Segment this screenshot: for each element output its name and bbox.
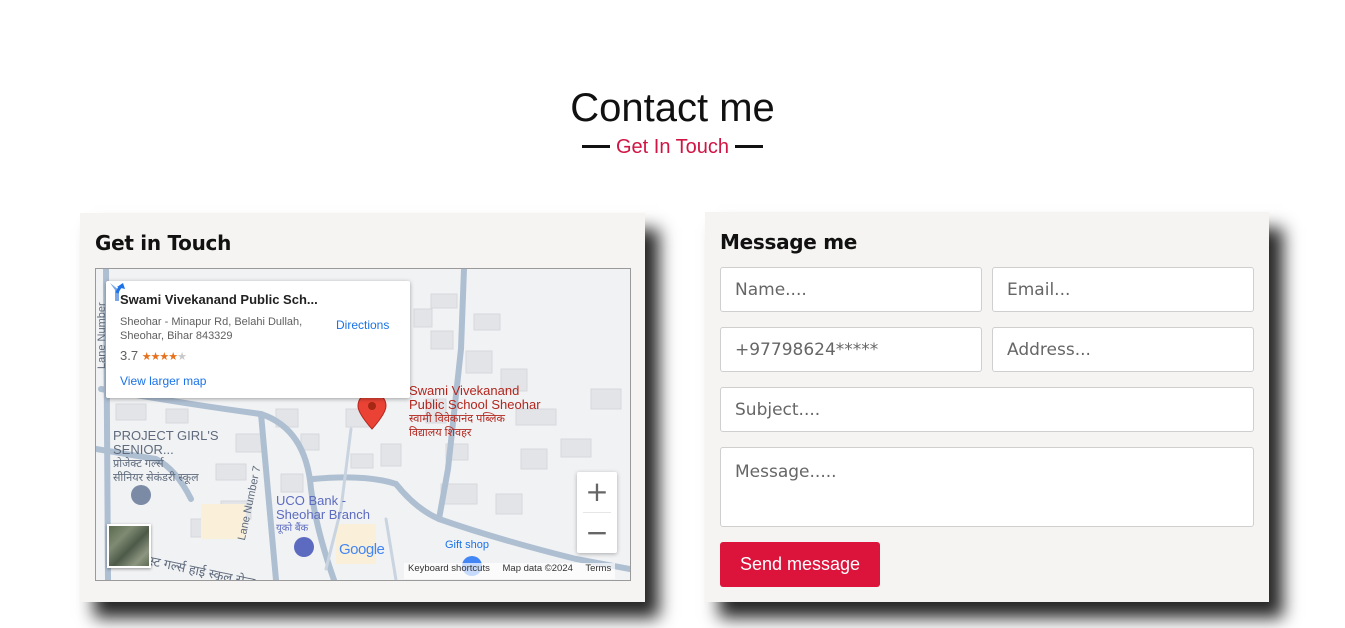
- satellite-toggle[interactable]: [107, 524, 151, 568]
- place-name: Swami Vivekanand Public Sch...: [120, 292, 318, 307]
- message-placeholder: Message.....: [735, 462, 837, 482]
- view-larger-map-link[interactable]: View larger map: [120, 374, 206, 388]
- left-dash: [581, 145, 610, 149]
- place-address: Sheohar - Minapur Rd, Belahi Dullah, She…: [120, 316, 303, 342]
- name-input[interactable]: Name....: [720, 267, 982, 312]
- directions-link[interactable]: Directions: [336, 318, 389, 332]
- address-input[interactable]: Address...: [992, 327, 1254, 372]
- card-heading: Get in Touch: [95, 231, 232, 255]
- page-title: Contact me: [570, 86, 775, 130]
- keyboard-shortcuts-link[interactable]: Keyboard shortcuts: [408, 563, 490, 574]
- map-label-project: PROJECT GIRL'S SENIOR... प्रोजेक्ट गर्ल्…: [113, 428, 219, 485]
- right-dash: [735, 145, 764, 149]
- place-info-card: Swami Vivekanand Public Sch... Sheohar -…: [106, 281, 410, 398]
- directions-icon[interactable]: [106, 281, 128, 303]
- map-label-school: Swami Vivekanand Public School Sheohar स…: [409, 383, 541, 440]
- subtitle-text: Get In Touch: [615, 136, 730, 158]
- map-data-text: Map data ©2024: [502, 563, 573, 574]
- map-label-bank: UCO Bank - Sheohar Branch यूको बैंक: [276, 493, 370, 535]
- star-rating-icon: ★★★★★: [141, 351, 187, 363]
- map-label-gift-shop: Gift shop: [445, 539, 490, 551]
- page-subtitle: Get In Touch: [0, 136, 1345, 159]
- google-logo: Google: [339, 541, 385, 558]
- name-placeholder: Name....: [735, 279, 807, 300]
- zoom-control: + −: [577, 472, 617, 553]
- email-placeholder: Email...: [1007, 279, 1071, 300]
- message-textarea[interactable]: Message.....: [720, 447, 1254, 527]
- zoom-out-button[interactable]: −: [577, 513, 617, 553]
- place-rating: 3.7 ★★★★★: [120, 348, 187, 363]
- address-placeholder: Address...: [1007, 339, 1091, 360]
- send-message-button[interactable]: Send message: [720, 542, 880, 587]
- google-logo-text: Google: [339, 541, 385, 558]
- google-map[interactable]: Swami Vivekanand Public School Sheohar स…: [95, 268, 631, 581]
- phone-input[interactable]: +97798624*****: [720, 327, 982, 372]
- form-heading: Message me: [720, 230, 858, 254]
- subject-placeholder: Subject....: [735, 399, 821, 420]
- message-me-card: Message me Name.... Email... +97798624**…: [705, 212, 1269, 602]
- get-in-touch-card: Get in Touch Swami Vivekanand Public Sch…: [80, 213, 645, 602]
- email-input[interactable]: Email...: [992, 267, 1254, 312]
- map-attribution: Keyboard shortcuts Map data ©2024 Terms: [404, 563, 616, 579]
- terms-link[interactable]: Terms: [585, 563, 611, 574]
- subject-input[interactable]: Subject....: [720, 387, 1254, 432]
- phone-placeholder: +97798624*****: [735, 339, 879, 360]
- zoom-in-button[interactable]: +: [577, 472, 617, 512]
